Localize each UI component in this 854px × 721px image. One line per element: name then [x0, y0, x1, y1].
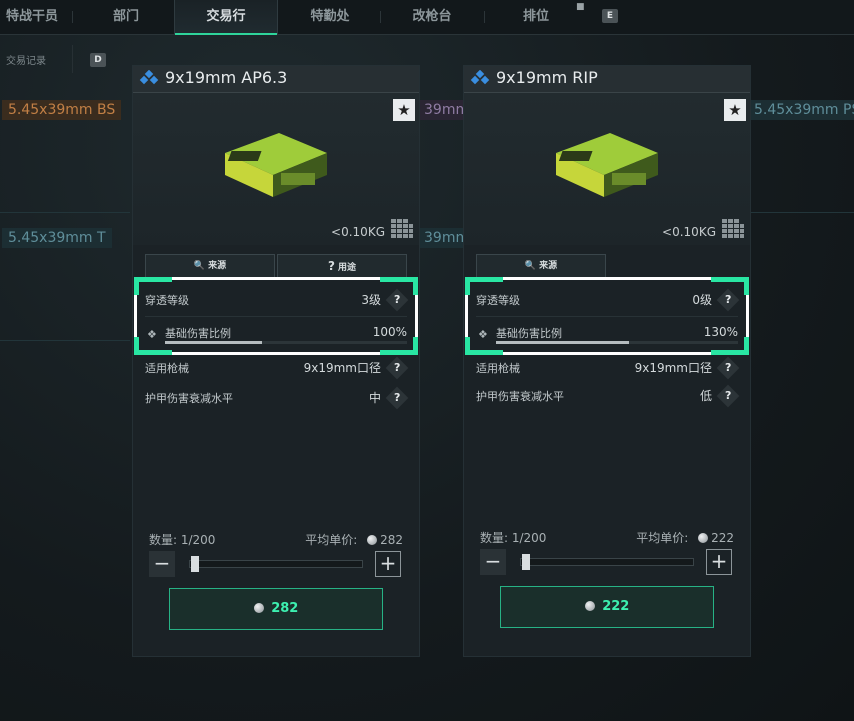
ammo-box-icon [225, 133, 327, 197]
highlight-box [134, 277, 418, 355]
bg-divider [750, 212, 854, 213]
highlight-corner [134, 277, 172, 282]
item-title: 9x19mm RIP [496, 68, 598, 87]
buy-price: 222 [602, 599, 630, 614]
coin-icon [698, 533, 709, 543]
tab-gunsmith[interactable]: 改枪台 [382, 0, 482, 34]
info-help-icon[interactable]: ? [385, 356, 409, 380]
bg-divider [0, 212, 130, 213]
source-button-label: 来源 [208, 261, 227, 271]
decrease-button[interactable]: − [480, 549, 506, 575]
panel-header: 9x19mm RIP [464, 66, 750, 93]
tab-trade-history[interactable]: 交易记录 [6, 52, 46, 67]
buy-button[interactable]: 282 [169, 588, 383, 630]
coin-icon [367, 535, 378, 545]
item-weight: <0.10KG [331, 225, 385, 239]
bg-item-ps[interactable]: 5.45x39mm PS [748, 100, 854, 120]
stat-label-gun: 适用枪械 [145, 362, 189, 375]
highlight-corner [465, 350, 503, 355]
avg-price-value: 222 [711, 531, 734, 545]
avg-price: 平均单价: 282 [305, 531, 403, 548]
quantity-label: 数量: 1/200 [480, 531, 547, 545]
highlight-corner [413, 337, 418, 355]
coin-icon [584, 601, 595, 611]
item-title: 9x19mm AP6.3 [165, 68, 288, 87]
stat-label-armor: 护甲伤害衰减水平 [476, 390, 564, 403]
key-hint-e: E [602, 9, 618, 23]
item-panel-rip: 9x19mm RIP ★ <0.10KG 🔍 来源 穿透等级 0级 ? ❖ 基础… [464, 66, 750, 656]
buy-price: 282 [271, 601, 299, 616]
search-icon: 🔍 [524, 261, 537, 271]
stat-value-gun: 9x19mm口径 [303, 361, 381, 375]
item-preview: ★ <0.10KG [464, 93, 750, 245]
rarity-diamond-icon [470, 70, 490, 85]
usage-button[interactable]: ? 用途 [277, 254, 407, 278]
bg-item-partial[interactable]: 39mm [418, 228, 466, 248]
increase-button[interactable]: + [375, 551, 401, 577]
source-button[interactable]: 🔍 来源 [145, 254, 275, 278]
stat-value-armor: 中 [368, 391, 381, 405]
search-icon: 🔍 [193, 261, 206, 271]
favorite-star-icon[interactable]: ★ [393, 99, 415, 121]
favorite-star-icon[interactable]: ★ [724, 99, 746, 121]
highlight-corner [744, 277, 749, 295]
highlight-box [465, 277, 749, 355]
tab-operators[interactable]: 特战干员 [0, 0, 64, 34]
nav-separator [484, 11, 485, 23]
highlight-corner [465, 277, 503, 282]
rarity-diamond-icon [139, 70, 159, 85]
info-help-icon[interactable]: ? [716, 356, 740, 380]
info-help-icon[interactable]: ? [716, 384, 740, 408]
highlight-corner [744, 337, 749, 355]
stat-label-armor: 护甲伤害衰减水平 [145, 392, 233, 405]
stat-label-gun: 适用枪械 [476, 362, 520, 375]
quantity-slider-thumb[interactable] [522, 554, 530, 570]
source-button[interactable]: 🔍 来源 [476, 254, 606, 278]
stat-value-gun: 9x19mm口径 [634, 361, 712, 375]
item-preview: ★ <0.10KG [133, 93, 419, 245]
top-nav: 特战干员 部门 交易行 特勤处 改枪台 排位 ■ E [0, 0, 854, 35]
highlight-corner [465, 337, 470, 355]
tab-department[interactable]: 部门 [80, 0, 172, 34]
item-weight: <0.10KG [662, 225, 716, 239]
tab-special-ops[interactable]: 特勤处 [280, 0, 380, 34]
decrease-button[interactable]: − [149, 551, 175, 577]
highlight-corner [134, 277, 139, 295]
grid-size-icon [391, 219, 413, 238]
highlight-corner [465, 277, 470, 295]
bg-item-partial[interactable]: 39mm [418, 100, 466, 120]
stat-value-armor: 低 [699, 389, 712, 403]
highlight-corner [134, 337, 139, 355]
ammo-box-icon [556, 133, 658, 197]
question-icon: ? [327, 259, 335, 273]
item-panel-ap63: 9x19mm AP6.3 ★ <0.10KG 🔍 来源 ? 用途 穿透等级 3级… [133, 66, 419, 656]
avg-price-value: 282 [380, 533, 403, 547]
avg-price-label: 平均单价: [305, 533, 358, 547]
usage-button-label: 用途 [338, 263, 357, 273]
quantity-label: 数量: 1/200 [149, 533, 216, 547]
source-button-label: 来源 [539, 261, 558, 271]
bg-item-bs[interactable]: 5.45x39mm BS [2, 100, 122, 120]
buy-button[interactable]: 222 [500, 586, 714, 628]
tab-trade[interactable]: 交易行 [174, 0, 278, 35]
nav-separator [72, 11, 73, 23]
grid-size-icon [722, 219, 744, 238]
tab-ranked[interactable]: 排位 [486, 0, 586, 34]
increase-button[interactable]: + [706, 549, 732, 575]
avg-price-label: 平均单价: [636, 531, 689, 545]
quantity-slider-thumb[interactable] [191, 556, 199, 572]
highlight-corner [134, 350, 172, 355]
avg-price: 平均单价: 222 [636, 529, 734, 546]
quantity-slider[interactable] [520, 558, 694, 566]
key-hint-d: D [90, 53, 106, 67]
lock-icon: ■ [576, 2, 585, 12]
nav-separator [380, 11, 381, 23]
highlight-corner [413, 277, 418, 295]
info-help-icon[interactable]: ? [385, 386, 409, 410]
bg-item-t[interactable]: 5.45x39mm T [2, 228, 112, 248]
coin-icon [253, 603, 264, 613]
bg-divider [0, 340, 130, 341]
panel-header: 9x19mm AP6.3 [133, 66, 419, 93]
quantity-slider[interactable] [189, 560, 363, 568]
